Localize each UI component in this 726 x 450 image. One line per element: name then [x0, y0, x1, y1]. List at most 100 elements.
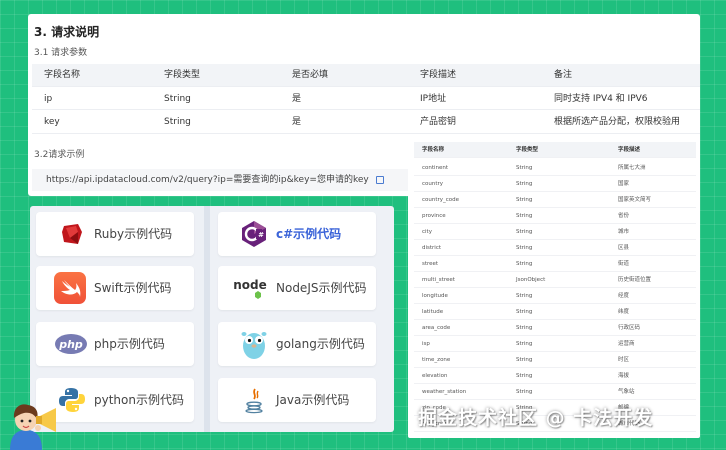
- golang-example-link[interactable]: golang示例代码: [218, 322, 376, 366]
- params-table-header: 字段名称 字段类型 是否必填 字段描述 备注: [32, 64, 700, 86]
- ruby-example-link[interactable]: Ruby示例代码: [36, 212, 194, 256]
- field-desc: 时区: [618, 357, 630, 363]
- field-desc: 区县: [618, 245, 630, 251]
- field-type: String: [516, 325, 533, 331]
- csharp-example-link[interactable]: # c#示例代码: [218, 212, 376, 256]
- field-name: time_zone: [422, 357, 451, 363]
- section-title: 3. 请求说明: [34, 25, 100, 39]
- php-icon: php: [54, 332, 88, 356]
- field-name: city: [422, 229, 432, 235]
- table-row: district String 区县: [414, 240, 696, 256]
- field-type: String: [516, 373, 533, 379]
- field-type: String: [516, 357, 533, 363]
- field-name: district: [422, 245, 442, 251]
- php-example-link[interactable]: php php示例代码: [36, 322, 194, 366]
- table-row: isp String 运营商: [414, 336, 696, 352]
- swift-example-link[interactable]: Swift示例代码: [36, 266, 194, 310]
- field-desc: 街道: [618, 261, 630, 267]
- field-type: String: [516, 213, 533, 219]
- col-header: 字段名称: [44, 70, 81, 80]
- col-header: 是否必填: [292, 70, 329, 80]
- example-label: php示例代码: [94, 337, 165, 351]
- column-divider: [204, 206, 210, 432]
- table-cell: String: [164, 94, 191, 104]
- table-cell: 根据所选产品分配，权限校验用: [554, 117, 681, 127]
- table-row: time_zone String 时区: [414, 352, 696, 368]
- table-cell: IP地址: [420, 94, 447, 104]
- copy-icon[interactable]: [375, 175, 384, 184]
- field-type: String: [516, 197, 533, 203]
- field-desc: 气象站: [618, 389, 635, 395]
- php-logo-text: php: [58, 338, 83, 351]
- field-type: String: [516, 293, 533, 299]
- field-type: String: [516, 389, 533, 395]
- field-desc: 所属七大洲: [618, 165, 646, 171]
- example-label: Swift示例代码: [94, 281, 172, 295]
- table-cell: 是: [292, 94, 302, 104]
- field-name: continent: [422, 165, 449, 171]
- example-label: NodeJS示例代码: [276, 281, 367, 295]
- java-example-link[interactable]: Java示例代码: [218, 378, 376, 422]
- table-row: continent String 所属七大洲: [414, 160, 696, 176]
- field-name: longitude: [422, 293, 448, 299]
- table-row: street String 街道: [414, 256, 696, 272]
- field-name: elevation: [422, 373, 448, 379]
- fields-table-header: 字段名称 字段类型 字段描述: [414, 142, 696, 158]
- field-type: JsonObject: [516, 277, 546, 283]
- mascot-illustration: [2, 392, 64, 450]
- table-row: country String 国家: [414, 176, 696, 192]
- code-examples-panel: Ruby示例代码 Swift示例代码 php php示例代码 python示例代…: [30, 206, 394, 432]
- table-row: area_code String 行政区码: [414, 320, 696, 336]
- col-header: 字段描述: [618, 147, 641, 153]
- csharp-icon: #: [240, 220, 268, 248]
- field-desc: 城市: [618, 229, 630, 235]
- field-type: String: [516, 261, 533, 267]
- watermark-text: 掘金技术社区 @ 卡法开发: [418, 407, 654, 429]
- example-subtitle: 3.2请求示例: [34, 150, 85, 160]
- field-desc: 运营商: [618, 341, 635, 347]
- ruby-icon: [58, 220, 86, 248]
- example-label: c#示例代码: [276, 227, 342, 241]
- java-icon: [240, 386, 268, 414]
- params-table: 字段名称 字段类型 是否必填 字段描述 备注 ip String 是 IP地址 …: [32, 64, 700, 134]
- field-type: String: [516, 181, 533, 187]
- field-name: area_code: [422, 325, 451, 331]
- field-desc: 省份: [618, 213, 630, 219]
- example-label: Java示例代码: [276, 393, 350, 407]
- table-row: country_code String 国家英文简写: [414, 192, 696, 208]
- table-row: longitude String 经度: [414, 288, 696, 304]
- table-row: weather_station String 气象站: [414, 384, 696, 400]
- example-label: golang示例代码: [276, 337, 365, 351]
- table-cell: ip: [44, 94, 53, 104]
- svg-text:#: #: [258, 231, 264, 239]
- table-row: city String 城市: [414, 224, 696, 240]
- example-label: python示例代码: [94, 393, 184, 407]
- table-cell: 是: [292, 117, 302, 127]
- swift-icon: [54, 272, 86, 304]
- golang-icon: [240, 328, 268, 360]
- table-cell: String: [164, 117, 191, 127]
- table-row: elevation String 海拔: [414, 368, 696, 384]
- table-row: multi_street JsonObject 历史街道位置: [414, 272, 696, 288]
- field-type: String: [516, 245, 533, 251]
- table-row: ip String 是 IP地址 同时支持 IPV4 和 IPV6: [32, 86, 700, 110]
- col-header: 字段类型: [164, 70, 201, 80]
- example-url[interactable]: https://api.ipdatacloud.com/v2/query?ip=…: [46, 175, 369, 185]
- field-name: country_code: [422, 197, 460, 203]
- table-row: key String 是 产品密钥 根据所选产品分配，权限校验用: [32, 110, 700, 134]
- col-header: 字段描述: [420, 70, 457, 80]
- field-name: multi_street: [422, 277, 455, 283]
- field-type: String: [516, 341, 533, 347]
- table-row: latitude String 纬度: [414, 304, 696, 320]
- field-desc: 纬度: [618, 309, 630, 315]
- field-desc: 海拔: [618, 373, 630, 379]
- col-header: 备注: [554, 70, 573, 80]
- field-type: String: [516, 309, 533, 315]
- response-fields-panel: 字段名称 字段类型 字段描述 continent String 所属七大洲 coun…: [408, 138, 700, 438]
- field-name: street: [422, 261, 439, 267]
- nodejs-example-link[interactable]: node NodeJS示例代码: [218, 266, 376, 310]
- field-type: String: [516, 229, 533, 235]
- col-header: 字段类型: [516, 147, 539, 153]
- col-header: 字段名称: [422, 147, 445, 153]
- field-desc: 经度: [618, 293, 630, 299]
